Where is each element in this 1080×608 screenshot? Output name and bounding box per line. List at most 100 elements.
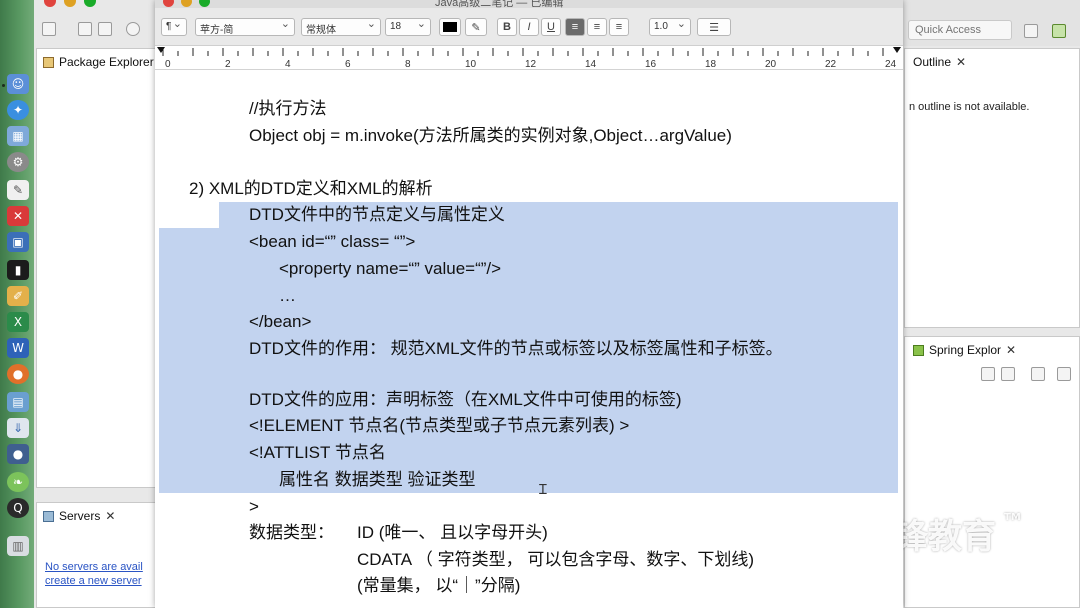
ruler-label: 8 — [405, 59, 411, 70]
spring-explorer-pane: Spring Explor ✕ — [904, 336, 1080, 608]
trash-icon[interactable]: ▥ — [7, 536, 29, 556]
document-window: Java高级二笔记 — 已编辑 ¶ 苹方-简 常规体 18 ✎ B I U ≡ … — [155, 0, 903, 608]
tab-package-explorer[interactable]: Package Explorer — [43, 51, 154, 73]
document-body[interactable]: //执行方法 Object obj = m.invoke(方法所属类的实例对象,… — [155, 70, 903, 608]
close-icon[interactable]: ✕ — [956, 55, 966, 69]
ruler-label: 12 — [525, 59, 537, 70]
excel-icon[interactable]: X — [7, 312, 29, 332]
doc-close-button[interactable] — [163, 0, 174, 7]
tab-spring-explorer[interactable]: Spring Explor ✕ — [913, 339, 1016, 361]
tab-outline[interactable]: Outline ✕ — [913, 51, 966, 73]
text-line: //执行方法 — [249, 99, 327, 118]
no-servers-link[interactable]: No servers are avail — [45, 561, 143, 573]
dock-running-dot — [2, 84, 5, 87]
xmind-icon[interactable]: ✕ — [7, 206, 29, 226]
watermark-tm: TM — [1004, 512, 1021, 523]
close-window-button[interactable] — [44, 0, 56, 7]
create-server-link[interactable]: create a new server — [45, 575, 142, 587]
doc-zoom-button[interactable] — [199, 0, 210, 7]
text-editor-icon[interactable]: ✎ — [7, 180, 29, 200]
text-line: DTD文件的作用： 规范XML文件的节点或标签以及标签属性和子标签。 — [249, 339, 783, 358]
spring-leaf-icon — [913, 344, 924, 356]
text-line: CDATA （ 字符类型， 可以包含字母、数字、下划线) — [357, 550, 754, 569]
highlight-color-icon[interactable]: ✎ — [465, 18, 487, 36]
firefox-icon[interactable]: ● — [7, 364, 29, 384]
text-line: 数据类型： — [249, 523, 334, 542]
font-family-select[interactable]: 苹方-简 — [195, 17, 295, 36]
font-size-select[interactable]: 18 — [385, 17, 431, 36]
print-icon[interactable] — [98, 22, 112, 36]
ruler-label: 16 — [645, 59, 657, 70]
app-window-icon[interactable]: ▣ — [7, 232, 29, 252]
safari-compass-icon[interactable]: ✦ — [7, 100, 29, 120]
macos-dock: ☺ ✦ ▦ ⚙ ✎ ✕ ▣ ▮ ✐ X W ● ▤ ⇓ ● ❧ Q ▥ — [0, 0, 34, 608]
close-icon[interactable]: ✕ — [105, 509, 115, 523]
align-center-button[interactable]: ≡ — [587, 18, 607, 36]
finder-icon[interactable]: ☺ — [7, 74, 29, 94]
outline-pane: Outline ✕ n outline is not available. — [904, 48, 1080, 328]
italic-button[interactable]: I — [519, 18, 539, 36]
section-heading: 2) XML的DTD定义和XML的解析 — [189, 179, 433, 198]
underline-button[interactable]: U — [541, 18, 561, 36]
outline-label: Outline — [913, 55, 952, 69]
doc-minimize-button[interactable] — [181, 0, 192, 7]
bold-button[interactable]: B — [497, 18, 517, 36]
text-color-swatch[interactable] — [439, 18, 461, 36]
quick-access-input[interactable] — [908, 20, 1012, 40]
ruler-label: 2 — [225, 59, 231, 70]
open-perspective-icon[interactable] — [1024, 24, 1038, 38]
line-spacing-select[interactable]: 1.0 — [649, 17, 691, 36]
system-preferences-gear-icon[interactable]: ⚙ — [7, 152, 29, 172]
close-icon[interactable]: ✕ — [1006, 343, 1016, 357]
link-editor-icon[interactable] — [1001, 367, 1015, 381]
spring-explorer-label: Spring Explor — [929, 343, 1002, 357]
ruler[interactable]: 0 2 4 6 8 10 12 14 16 18 20 22 24 — [155, 46, 903, 70]
align-left-button[interactable]: ≡ — [565, 18, 585, 36]
terminal-icon[interactable]: ▮ — [7, 260, 29, 280]
outline-message: n outline is not available. — [909, 101, 1030, 113]
text-line: <property name=“” value=“”/> — [279, 259, 502, 278]
ruler-label: 4 — [285, 59, 291, 70]
ruler-label: 20 — [765, 59, 777, 70]
align-right-button[interactable]: ≡ — [609, 18, 629, 36]
ruler-label: 14 — [585, 59, 597, 70]
text-line: </bean> — [249, 312, 312, 331]
filter-icon[interactable] — [1031, 367, 1045, 381]
document-title: Java高级二笔记 — 已编辑 — [435, 0, 564, 8]
text-line: Object obj = m.invoke(方法所属类的实例对象,Object…… — [249, 126, 732, 145]
package-explorer-icon — [43, 56, 54, 68]
right-indent-marker[interactable] — [893, 47, 901, 53]
text-line: DTD文件中的节点定义与属性定义 — [249, 205, 505, 224]
save-icon[interactable] — [78, 22, 92, 36]
tab-servers[interactable]: Servers ✕ — [43, 505, 115, 527]
download-icon[interactable]: ⇓ — [7, 418, 29, 438]
text-line: … — [279, 286, 296, 305]
app-folder-icon[interactable]: ● — [7, 444, 29, 464]
preview-icon[interactable]: ▦ — [7, 126, 29, 146]
collapse-all-icon[interactable] — [981, 367, 995, 381]
left-indent-marker[interactable] — [157, 47, 165, 53]
word-icon[interactable]: W — [7, 338, 29, 358]
sort-az-icon[interactable] — [1057, 367, 1071, 381]
eclipse-toolbar — [34, 14, 156, 44]
zoom-window-button[interactable] — [84, 0, 96, 7]
minimize-window-button[interactable] — [64, 0, 76, 7]
ruler-ticks: 0 2 4 6 8 10 12 14 16 18 20 22 24 — [157, 47, 901, 70]
servers-label: Servers — [59, 509, 101, 523]
leaf-app-icon[interactable]: ❧ — [7, 472, 29, 492]
document-titlebar: Java高级二笔记 — 已编辑 — [155, 0, 903, 8]
search-app-icon[interactable]: Q — [7, 498, 29, 518]
paragraph-style-select[interactable]: ¶ — [161, 17, 187, 36]
list-style-button[interactable]: ☰ — [697, 18, 731, 36]
new-icon[interactable] — [42, 22, 56, 36]
brush-app-icon[interactable]: ✐ — [7, 286, 29, 306]
ruler-label: 10 — [465, 59, 477, 70]
debug-gear-icon[interactable] — [126, 22, 140, 36]
ruler-label: 0 — [165, 59, 171, 70]
servers-icon — [43, 510, 54, 522]
photo-app-icon[interactable]: ▤ — [7, 392, 29, 412]
package-explorer-pane: Package Explorer — [36, 48, 160, 488]
font-style-select[interactable]: 常规体 — [301, 17, 381, 36]
spring-perspective-icon[interactable] — [1052, 24, 1066, 38]
ruler-label: 24 — [885, 59, 897, 70]
